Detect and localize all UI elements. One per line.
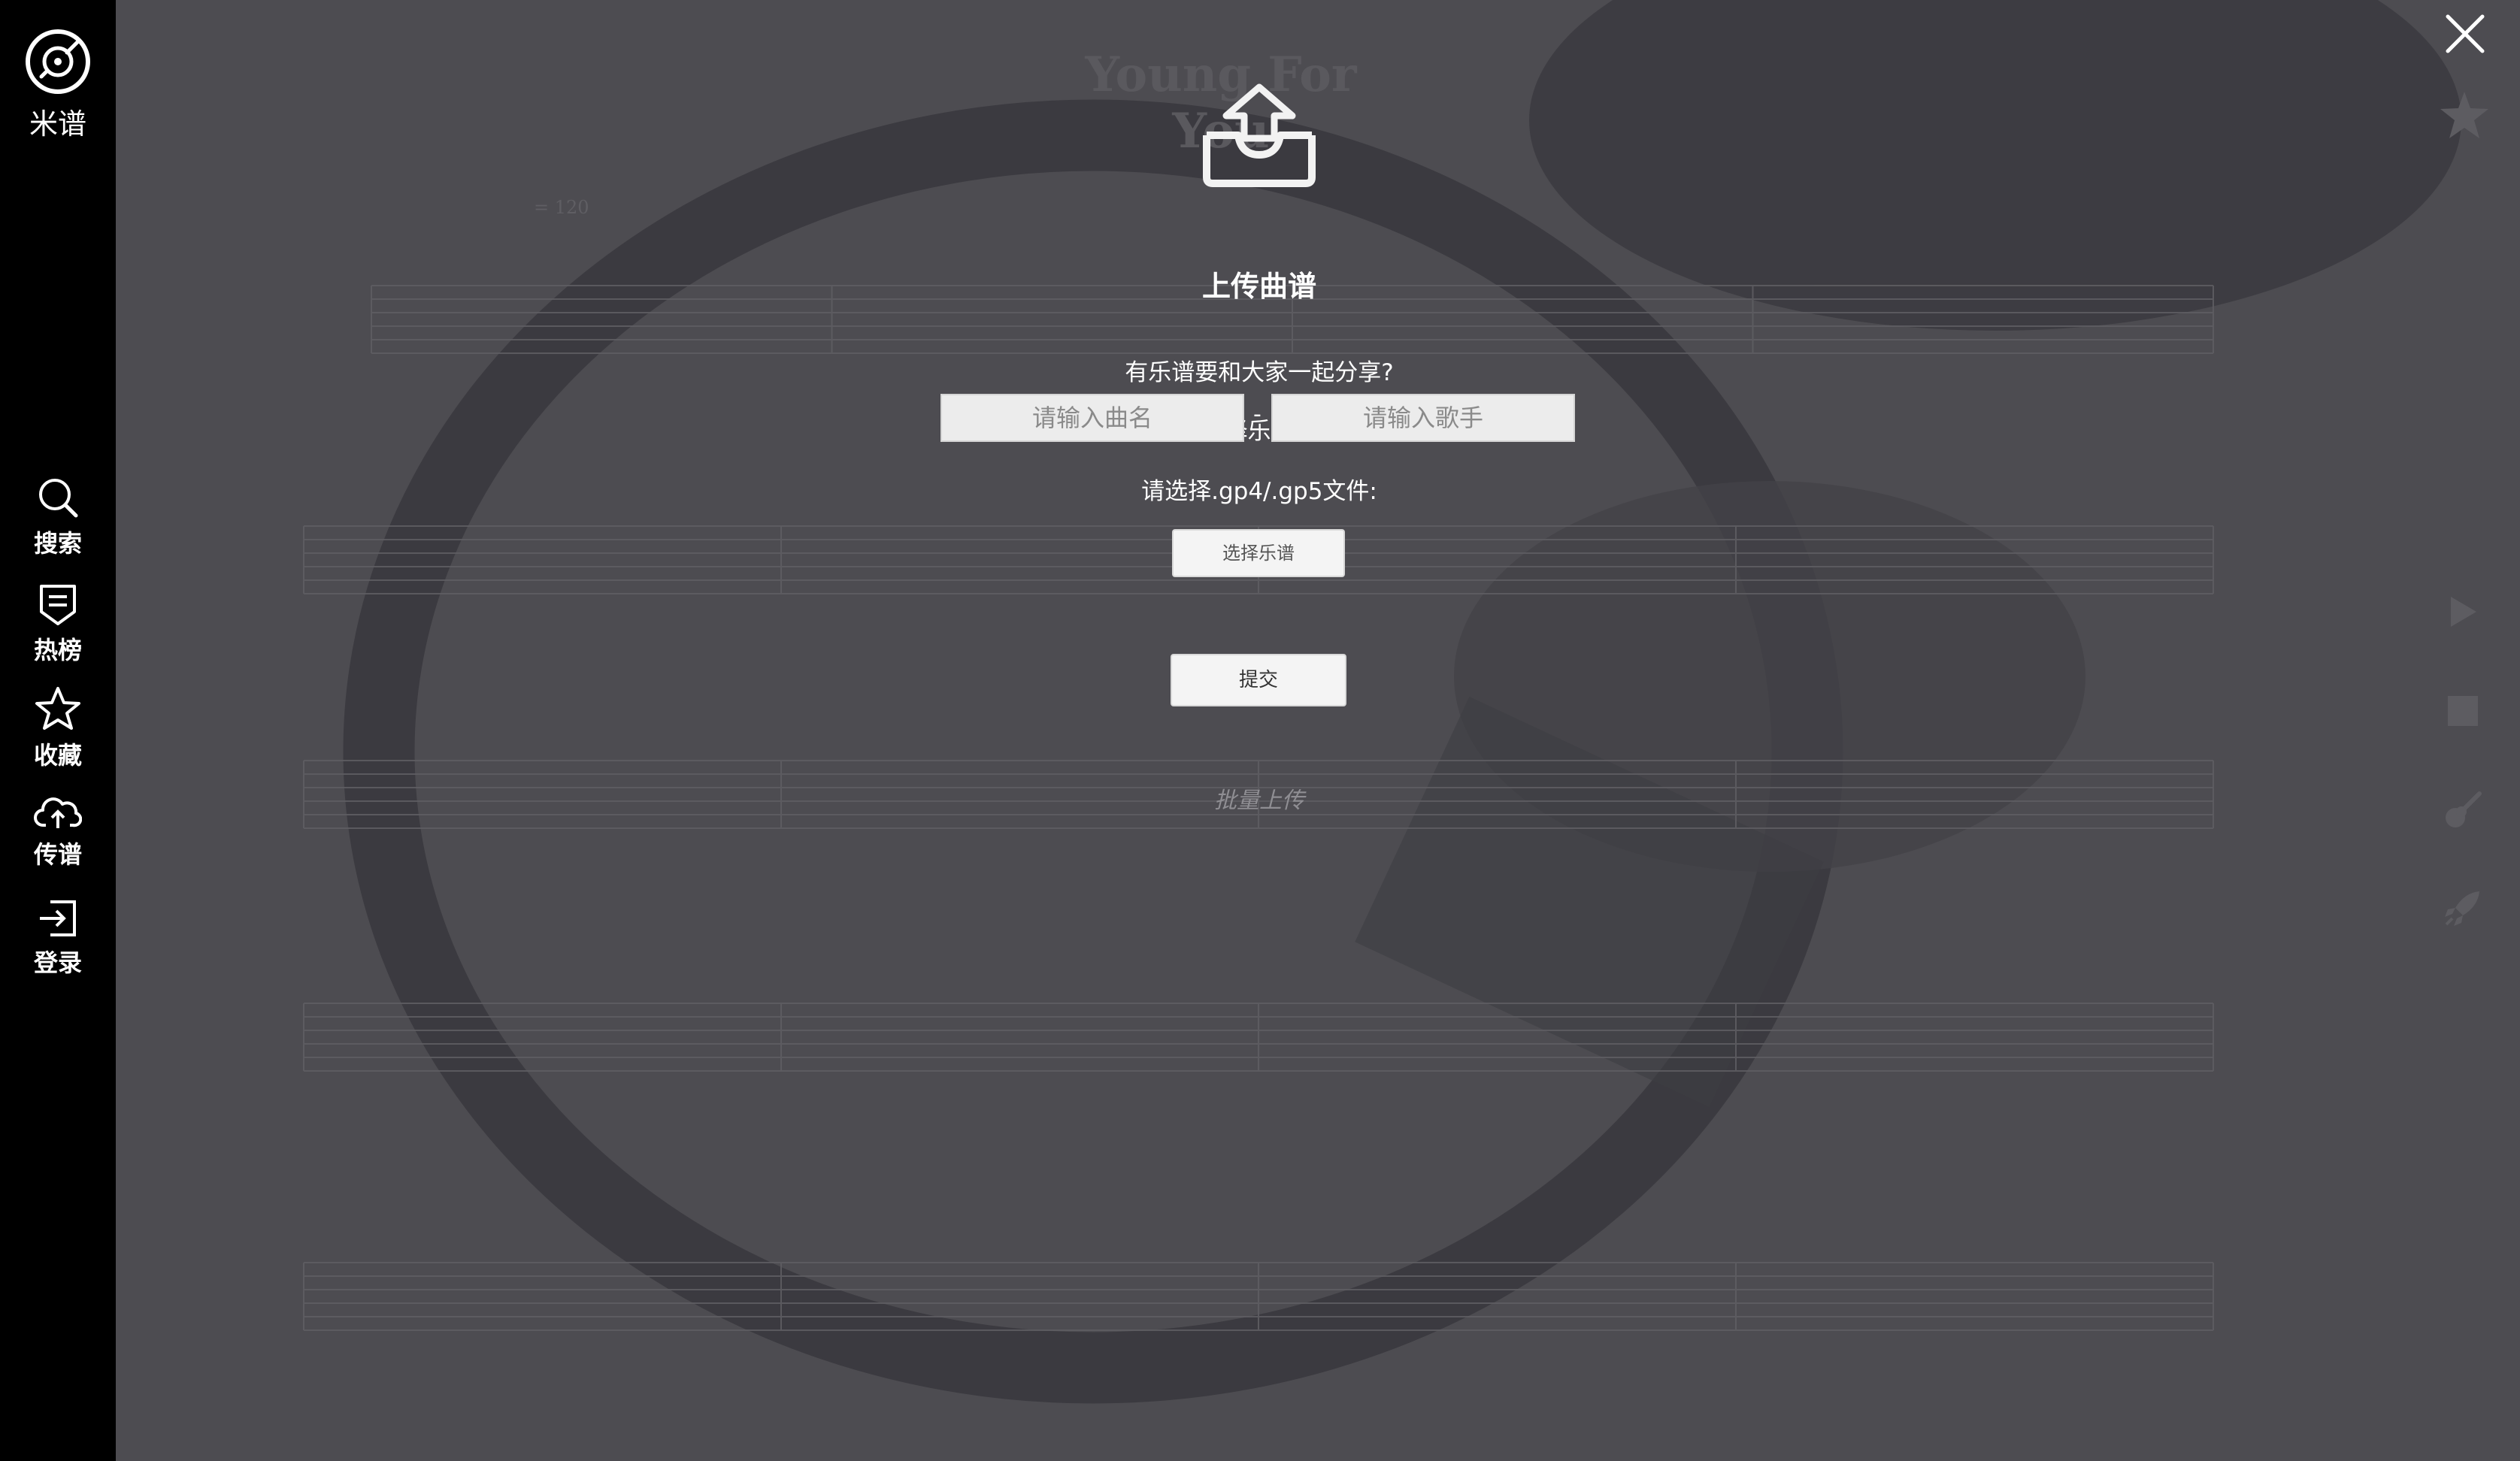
artist-input[interactable] <box>1271 394 1575 442</box>
cloud-upload-icon <box>34 797 82 828</box>
rocket-icon[interactable] <box>2442 887 2484 929</box>
sidebar-item-search[interactable]: 搜索 <box>0 475 116 559</box>
dialog-title: 上传曲谱 <box>1201 270 1316 303</box>
sidebar-item-label: 搜索 <box>33 529 82 558</box>
field-separator: - <box>1253 401 1262 428</box>
brand-label: 米谱 <box>29 107 86 141</box>
batch-upload-link[interactable]: 批量上传 <box>865 782 1654 815</box>
sidebar-item-label: 传谱 <box>33 840 82 869</box>
dialog-prompt: 有乐谱要和大家一起分享? <box>1125 359 1394 386</box>
sidebar-item-label: 收藏 <box>33 741 82 770</box>
search-icon <box>39 479 78 518</box>
login-icon <box>40 900 76 936</box>
submit-button[interactable]: 提交 <box>1171 654 1346 706</box>
ranking-icon <box>40 585 76 625</box>
sidebar-item-label: 登录 <box>33 948 82 977</box>
sidebar-item-login[interactable]: 登录 <box>0 897 116 979</box>
sidebar: 米谱 搜索 热榜 收藏 传谱 登录 <box>0 0 116 1461</box>
guitar-icon[interactable] <box>2442 789 2484 831</box>
choose-file-button[interactable]: 选择乐谱 <box>1172 529 1345 577</box>
upload-tray-icon <box>1203 83 1316 187</box>
sidebar-item-ranking[interactable]: 热榜 <box>0 582 116 666</box>
tempo-marking: = 120 <box>534 197 589 218</box>
sidebar-item-label: 热榜 <box>33 636 82 664</box>
file-prompt: 请选择.gp4/.gp5文件: <box>1141 478 1377 505</box>
sidebar-item-favorites[interactable]: 收藏 <box>0 685 116 771</box>
song-name-input[interactable] <box>940 394 1244 442</box>
close-icon[interactable] <box>2443 12 2487 56</box>
upload-dialog: 上传曲谱 有乐谱要和大家一起分享? 填写信息同时选择乐谱文件并点击提交 - 请选… <box>865 75 1654 827</box>
play-icon[interactable] <box>2448 595 2478 628</box>
sidebar-item-upload[interactable]: 传谱 <box>0 794 116 870</box>
star-icon <box>35 687 80 730</box>
favorite-star-icon[interactable] <box>2439 90 2490 140</box>
brand[interactable]: 米谱 <box>0 27 116 142</box>
vinyl-disc-icon <box>26 29 90 94</box>
stop-icon[interactable] <box>2446 694 2479 727</box>
